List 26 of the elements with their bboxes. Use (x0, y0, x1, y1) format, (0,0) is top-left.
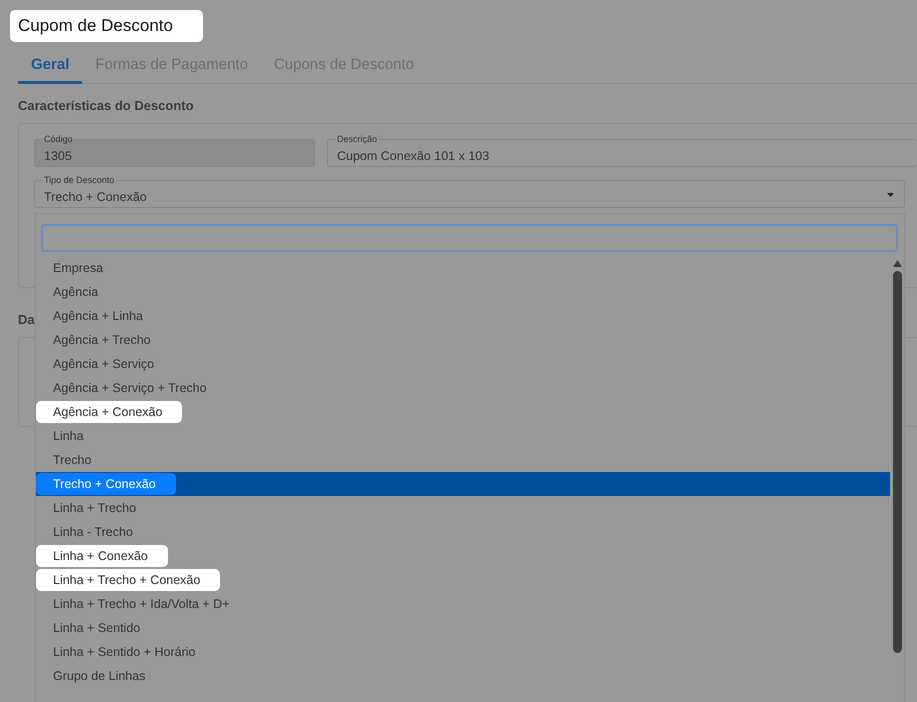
dropdown-option[interactable]: Agência + Linha (36, 305, 164, 327)
dropdown-option[interactable]: Linha + Trecho + Ida/Volta + D+ (36, 593, 250, 615)
scrollbar-thumb[interactable] (892, 271, 902, 653)
search-field[interactable] (41, 224, 898, 252)
dropdown-option[interactable]: Grupo de Linhas (36, 665, 166, 687)
dropdown-option[interactable]: Linha (36, 425, 104, 447)
scroll-up-icon[interactable] (892, 260, 902, 267)
dropdown-option[interactable]: Linha - Trecho (36, 521, 153, 543)
dropdown-option[interactable]: Linha + Trecho + Conexão (36, 569, 220, 591)
dropdown-option[interactable]: Agência + Serviço + Trecho (36, 377, 227, 399)
dropdown-option[interactable]: Linha + Sentido + Horário (36, 641, 216, 663)
caret-icon (887, 193, 894, 197)
page-title: Cupom de Desconto (10, 10, 203, 42)
dropdown-option[interactable]: Trecho + Conexão (36, 473, 176, 495)
section-title: Da (18, 312, 35, 327)
dropdown-option[interactable]: Empresa (36, 257, 124, 279)
dropdown-option[interactable]: Agência (36, 281, 118, 303)
dropdown-option[interactable]: Trecho (36, 449, 112, 471)
dropdown-option[interactable]: Linha + Trecho (36, 497, 156, 519)
dropdown-option[interactable]: Linha + Conexão (36, 545, 168, 567)
dropdown-option[interactable]: Linha + Sentido (36, 617, 160, 639)
dropdown-option[interactable]: Agência + Trecho (36, 329, 171, 351)
dropdown-option[interactable]: Agência + Conexão (36, 401, 182, 423)
tab[interactable]: Geral (18, 50, 82, 84)
dropdown-option[interactable]: Agência + Serviço (36, 353, 174, 375)
section-title: Características do Desconto (18, 98, 194, 113)
